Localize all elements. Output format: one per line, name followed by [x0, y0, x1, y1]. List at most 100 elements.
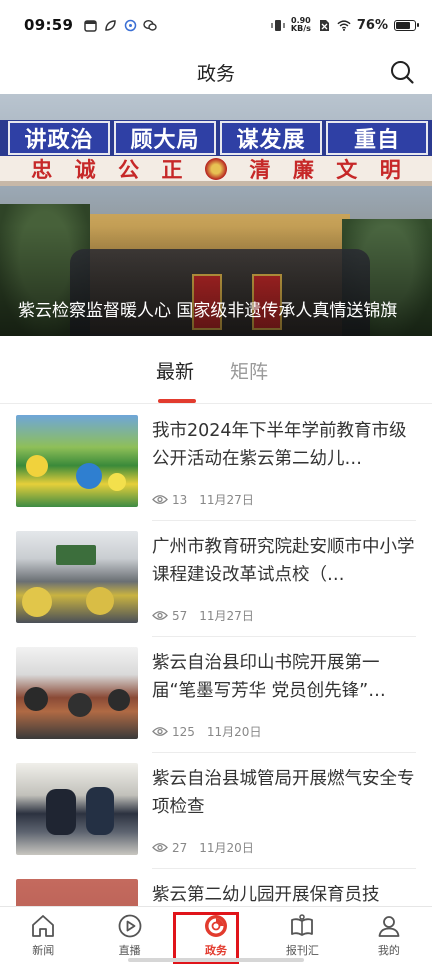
network-speed: 0.90 KB/s	[291, 17, 311, 33]
news-title: 紫云自治县印山书院开展第一届“笔墨写芳华 党员创先锋”…	[152, 653, 386, 701]
status-time: 09:59	[24, 16, 74, 34]
news-thumbnail	[16, 531, 138, 623]
hero-slogan-banner-red: 忠 诚 公 正 清 廉 文 明	[0, 156, 432, 186]
slogan-char: 忠	[31, 156, 53, 182]
nav-item-news[interactable]: 新闻	[0, 907, 86, 964]
hero-caption: 紫云检察监督暖人心 国家级非遗传承人真情送锦旗	[18, 301, 398, 321]
search-icon	[391, 61, 414, 84]
news-thumbnail	[16, 415, 138, 507]
news-list: 我市2024年下半年学前教育市级公开活动在紫云第二幼儿… 13 11月27日 广…	[0, 405, 432, 964]
slogan-char: 诚	[74, 156, 96, 182]
news-thumbnail	[16, 647, 138, 739]
bluetooth-app-icon	[123, 18, 137, 32]
nav-label: 政务	[205, 944, 228, 957]
wechat-icon	[143, 18, 157, 32]
thumb-detail	[68, 693, 92, 717]
thumb-detail	[26, 455, 48, 477]
nav-label: 我的	[377, 944, 400, 957]
hero-slogan-banner-blue: 讲政治 顾大局 谋发展 重自	[0, 120, 432, 156]
thumb-detail	[56, 545, 96, 565]
thumb-detail	[24, 687, 48, 711]
slogan-char: 明	[379, 156, 401, 182]
hero-banner[interactable]: 讲政治 顾大局 谋发展 重自 忠 诚 公 正 清 廉 文 明 紫云检察监督暖人心…	[0, 94, 432, 336]
thumb-detail	[46, 789, 76, 835]
tab-matrix[interactable]: 矩阵	[230, 336, 268, 384]
vibrate-icon	[271, 18, 285, 32]
news-meta: 13 11月27日	[152, 491, 254, 508]
no-sim-icon	[317, 18, 331, 32]
status-notification-icons	[83, 18, 157, 32]
tab-label: 最新	[156, 361, 195, 383]
bottom-nav: 新闻 直播 政务 报刊汇 我的	[0, 906, 432, 964]
home-icon	[32, 915, 55, 937]
news-meta: 57 11月27日	[152, 607, 254, 624]
calendar-icon	[83, 18, 97, 32]
thumb-detail	[86, 587, 114, 615]
news-views: 13	[172, 492, 188, 507]
thumb-detail	[108, 473, 126, 491]
views-icon	[152, 495, 168, 504]
slogan-cell: 谋发展	[220, 121, 322, 155]
book-icon	[291, 914, 314, 936]
gov-icon	[205, 915, 228, 937]
search-button[interactable]	[388, 58, 416, 86]
news-title: 紫云自治县城管局开展燃气安全专项检查	[152, 769, 415, 817]
slogan-cell: 讲政治	[8, 121, 110, 155]
slogan-char: 公	[118, 156, 140, 182]
news-date: 11月20日	[206, 725, 262, 739]
nav-label: 新闻	[32, 944, 55, 957]
nav-label: 报刊汇	[285, 944, 319, 957]
nav-label: 直播	[118, 944, 141, 957]
news-item[interactable]: 紫云自治县印山书院开展第一届“笔墨写芳华 党员创先锋”… 125 11月20日	[0, 637, 432, 753]
app-header: 政务	[0, 50, 432, 94]
news-meta: 125 11月20日	[152, 723, 261, 740]
thumb-detail	[76, 463, 102, 489]
news-item[interactable]: 紫云自治县城管局开展燃气安全专项检查 27 11月20日	[0, 753, 432, 869]
news-date: 11月27日	[199, 609, 254, 623]
news-meta: 27 11月20日	[152, 839, 254, 856]
news-item[interactable]: 广州市教育研究院赴安顺市中小学课程建设改革试点校（… 57 11月27日	[0, 521, 432, 637]
slogan-cell: 顾大局	[114, 121, 216, 155]
news-date: 11月27日	[199, 493, 254, 507]
news-title: 广州市教育研究院赴安顺市中小学课程建设改革试点校（…	[152, 537, 415, 585]
news-title: 我市2024年下半年学前教育市级公开活动在紫云第二幼儿…	[152, 421, 407, 469]
status-right-icons: 0.90 KB/s 76%	[271, 17, 419, 33]
news-title: 紫云第二幼儿园开展保育员技	[152, 885, 380, 905]
views-icon	[152, 611, 168, 620]
nav-item-profile[interactable]: 我的	[346, 907, 432, 964]
news-views: 125	[172, 724, 195, 739]
news-date: 11月20日	[199, 841, 254, 855]
slogan-char: 正	[161, 156, 183, 182]
news-views: 57	[172, 608, 188, 623]
status-bar: 09:59 0.90 KB/s 76%	[0, 0, 432, 50]
slogan-char: 廉	[292, 156, 314, 182]
battery-icon	[394, 19, 419, 31]
battery-level-fill	[396, 21, 410, 29]
slogan-char: 文	[336, 156, 358, 182]
content-tabs: 最新 矩阵	[0, 336, 432, 404]
nav-item-live[interactable]: 直播	[86, 907, 172, 964]
news-item[interactable]: 我市2024年下半年学前教育市级公开活动在紫云第二幼儿… 13 11月27日	[0, 405, 432, 521]
wifi-icon	[337, 18, 351, 32]
slogan-cell: 重自	[326, 121, 428, 155]
network-speed-unit: KB/s	[290, 24, 311, 33]
thumb-detail	[108, 689, 130, 711]
page-title: 政务	[196, 62, 235, 85]
tab-label: 矩阵	[230, 361, 269, 383]
news-views: 27	[172, 840, 188, 855]
battery-percent: 76%	[356, 17, 388, 33]
leaf-app-icon	[103, 18, 117, 32]
nav-item-newspapers[interactable]: 报刊汇	[259, 907, 345, 964]
nav-item-gov[interactable]: 政务	[173, 907, 259, 964]
views-icon	[152, 727, 168, 736]
user-icon	[378, 916, 400, 937]
thumb-detail	[22, 587, 52, 617]
thumb-detail	[86, 787, 114, 835]
slogan-char: 清	[249, 156, 271, 182]
tab-latest[interactable]: 最新	[156, 336, 196, 403]
views-icon	[152, 843, 168, 852]
national-emblem-icon	[204, 157, 227, 180]
play-icon	[118, 914, 142, 938]
home-indicator[interactable]	[128, 958, 304, 962]
news-thumbnail	[16, 763, 138, 855]
